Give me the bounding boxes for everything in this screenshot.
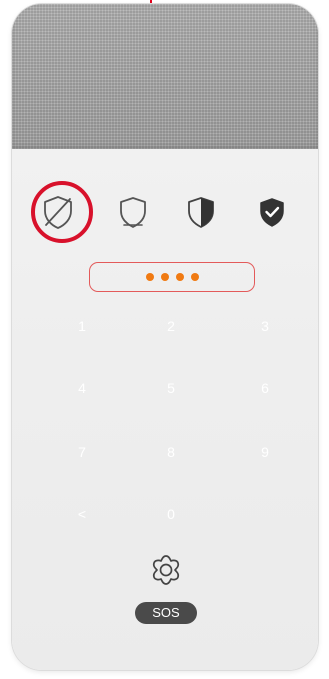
mode-disarmed-button[interactable] (30, 181, 93, 243)
key-3[interactable]: 3 (245, 314, 285, 338)
mode-armed-button[interactable] (244, 184, 300, 240)
flower-alarm-icon[interactable] (148, 552, 184, 588)
key-4[interactable]: 4 (62, 376, 102, 400)
pin-dot (145, 273, 154, 281)
key-5[interactable]: 5 (151, 376, 191, 400)
key-0[interactable]: 0 (151, 502, 191, 526)
pin-dot (190, 273, 199, 281)
mode-perimeter-button[interactable] (105, 184, 161, 240)
mode-partial-button[interactable] (173, 184, 229, 240)
pin-dot (175, 273, 184, 281)
key-6[interactable]: 6 (245, 376, 285, 400)
key-2[interactable]: 2 (151, 314, 191, 338)
pin-dot (160, 273, 169, 281)
speaker-fabric-panel (12, 4, 318, 149)
arming-mode-row (12, 181, 318, 243)
pin-entry-display (89, 262, 255, 292)
shield-check-icon (260, 198, 284, 227)
key-backspace[interactable]: < (62, 502, 102, 526)
shield-half-icon (188, 197, 214, 228)
key-9[interactable]: 9 (245, 440, 285, 464)
sos-button[interactable]: SOS (135, 602, 197, 624)
key-8[interactable]: 8 (151, 440, 191, 464)
shield-outline-icon (120, 197, 146, 228)
key-1[interactable]: 1 (62, 314, 102, 338)
shield-slash-icon (44, 196, 72, 229)
key-7[interactable]: 7 (62, 440, 102, 464)
alarm-keypad-device: 1 2 3 4 5 6 7 8 9 < 0 SOS (12, 4, 318, 670)
